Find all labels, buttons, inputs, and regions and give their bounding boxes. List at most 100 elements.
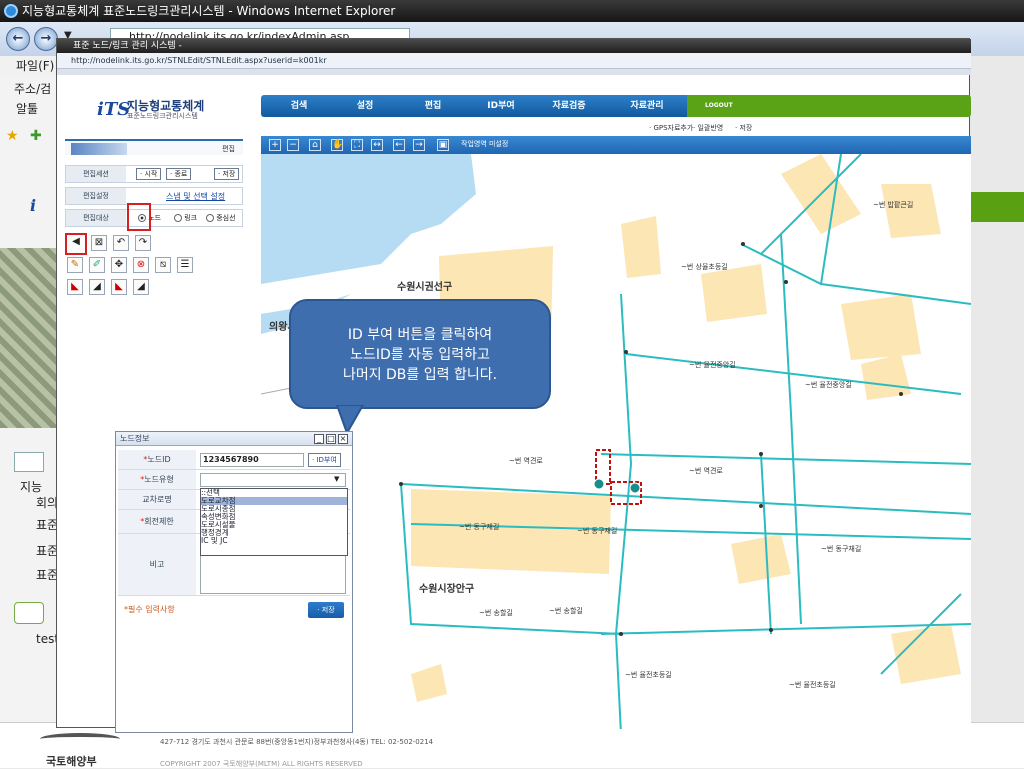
bg-list-item[interactable]: 회의 [36,494,58,511]
selected-node-point[interactable] [593,478,605,490]
edit-panel-header: 편집 [65,139,243,155]
map-label-road: ~번 밥팥큰길 [873,201,914,209]
home-button[interactable]: ⌂ [309,139,321,151]
node-id-field[interactable]: 1234567890 [200,453,304,467]
submenu-save[interactable]: · 저장 [735,123,752,133]
edit-session-row: 편집세션 · 시작 · 종료 · 저장 [65,165,243,183]
bg-its-logo: i [30,196,37,215]
session-save-button[interactable]: · 저장 [214,168,240,180]
map-label-road: ~번 동구재길 [821,545,862,553]
move-tool[interactable]: ✥ [111,257,127,273]
menu-settings[interactable]: 설정 [335,95,395,117]
snap-setting-link[interactable]: 스냅 및 선택 설정 [166,191,225,202]
delete-tool[interactable]: ⊗ [133,257,149,273]
browser-title: 지능형교통체계 표준노드링크관리시스템 - Windows Internet E… [22,4,396,18]
ie-logo-icon [4,4,18,18]
menu-search[interactable]: 검색 [269,95,329,117]
edit-setting-row: 편집설정 스냅 및 선택 설정 [65,187,243,205]
bg-list-item[interactable]: 표준 [36,566,58,583]
popup-title: 표준 노드/링크 관리 시스템 - [73,41,182,51]
measure-button[interactable]: ↔ [371,139,383,151]
option-item[interactable]: IC 및 JC [201,537,347,545]
node-id-label: *노드ID [118,450,196,469]
delete-vertex-tool[interactable]: ◣ [111,279,127,295]
note-label: 비고 [118,534,196,595]
add-favorite-icon[interactable]: ✚ [30,128,42,144]
target-link-radio[interactable]: 링크 [174,213,197,223]
merge-tool[interactable]: ☰ [177,257,193,273]
city-block [411,664,447,702]
minimize-icon[interactable]: _ [314,434,324,444]
bg-list-item[interactable]: 지능 [20,478,42,495]
menu-edit[interactable]: 편집 [403,95,463,117]
zoom-in-button[interactable]: + [269,139,281,151]
insert-point-tool[interactable]: ◢ [133,279,149,295]
next-extent-button[interactable]: → [413,139,425,151]
road-network [400,154,971,729]
target-centerline-radio[interactable]: 중심선 [206,213,236,223]
edit-target-label: 편집대상 [66,210,126,226]
selected-node-point[interactable] [629,482,641,494]
forward-button[interactable]: → [34,27,58,51]
bg-list-item[interactable]: 표준 [36,516,58,533]
menu-data-manage[interactable]: 자료관리 [617,95,677,117]
node-type-row: *노드유형 ▼ [118,470,350,490]
logo-subtitle: 표준노드링크관리시스템 [127,112,198,120]
node-id-row: *노드ID 1234567890 · ID부여 [118,450,350,470]
session-start-button[interactable]: · 시작 [136,168,162,180]
close-icon[interactable]: × [338,434,348,444]
strip-item-altool: 알툴 [16,102,39,116]
zoom-box-tool[interactable]: ⊠ [91,235,107,251]
bg-clock-icon [14,602,44,624]
dropdown-arrow-icon[interactable]: ▼ [334,475,339,483]
edit-target-row: 편집대상 노드 링크 중심선 [65,209,243,227]
map-label-road: ~번 역견로 [689,467,723,475]
zoom-out-button[interactable]: − [287,139,299,151]
back-button[interactable]: ← [6,27,30,51]
menu-file[interactable]: 파일(F) [0,56,60,76]
work-area-button[interactable]: ▣ [437,139,449,151]
footer-address: 427-712 경기도 과천시 관문로 88번(중앙동1번지)정부과천청사(4동… [160,738,434,746]
split-tool[interactable]: ⧅ [155,257,171,273]
cross-name-label: 교차로명 [118,490,196,509]
city-block [881,184,941,238]
maximize-icon[interactable]: □ [326,434,336,444]
node-type-select[interactable] [200,473,346,487]
ministry-name: 국토해양부 [46,755,97,768]
bg-green-bar [968,192,1024,222]
city-block [701,264,767,322]
city-block [731,534,791,584]
logout-bar: LOGOUT [687,95,971,117]
menu-data-verify[interactable]: 자료검증 [539,95,599,117]
bg-list-item[interactable]: 표준 [36,542,58,559]
map-label-road: ~번 상율초등길 [681,263,728,271]
popup-address: http://nodelink.its.go.kr/STNLEdit/STNLE… [71,56,327,65]
save-button[interactable]: · 저장 [308,602,344,618]
edit-panel-banner-icon [71,143,127,155]
redo-tool[interactable]: ↷ [135,235,151,251]
logout-button[interactable]: LOGOUT [705,95,733,117]
map-label-area: 수원시권선구 [397,282,453,293]
draw-pencil-tool[interactable]: ✎ [67,257,83,273]
submenu-gps-add[interactable]: · GPS자료추가 [649,123,693,133]
pan-button[interactable]: ✋ [331,139,343,151]
menu-id-assign[interactable]: ID부여 [471,95,531,117]
add-vertex-tool[interactable]: ◢ [89,279,105,295]
prev-extent-button[interactable]: ← [393,139,405,151]
map-canvas [261,154,971,729]
favorites-star-icon[interactable]: ★ [6,128,19,144]
edit-vertex-tool[interactable]: ✐ [89,257,105,273]
session-end-button[interactable]: · 종료 [166,168,192,180]
add-node-tool[interactable]: ◣ [67,279,83,295]
callout-line: ID 부여 버튼을 클릭하여 [347,327,493,343]
submenu-bulk-apply[interactable]: · 일괄반영 [693,123,723,133]
select-arrow-tool[interactable]: ◀ [65,233,87,255]
map-label-road: ~번 동구재길 [577,527,618,535]
required-note: *필수 입력사항 [124,605,175,614]
full-extent-button[interactable]: ⛶ [351,139,363,151]
undo-tool[interactable]: ↶ [113,235,129,251]
id-assign-button[interactable]: · ID부여 [308,453,341,467]
main-menu-bar: 검색 설정 편집 ID부여 자료검증 자료관리 [261,95,687,117]
bg-satellite-map [0,248,58,428]
popup-address-bar: http://nodelink.its.go.kr/STNLEdit/STNLE… [57,53,971,69]
